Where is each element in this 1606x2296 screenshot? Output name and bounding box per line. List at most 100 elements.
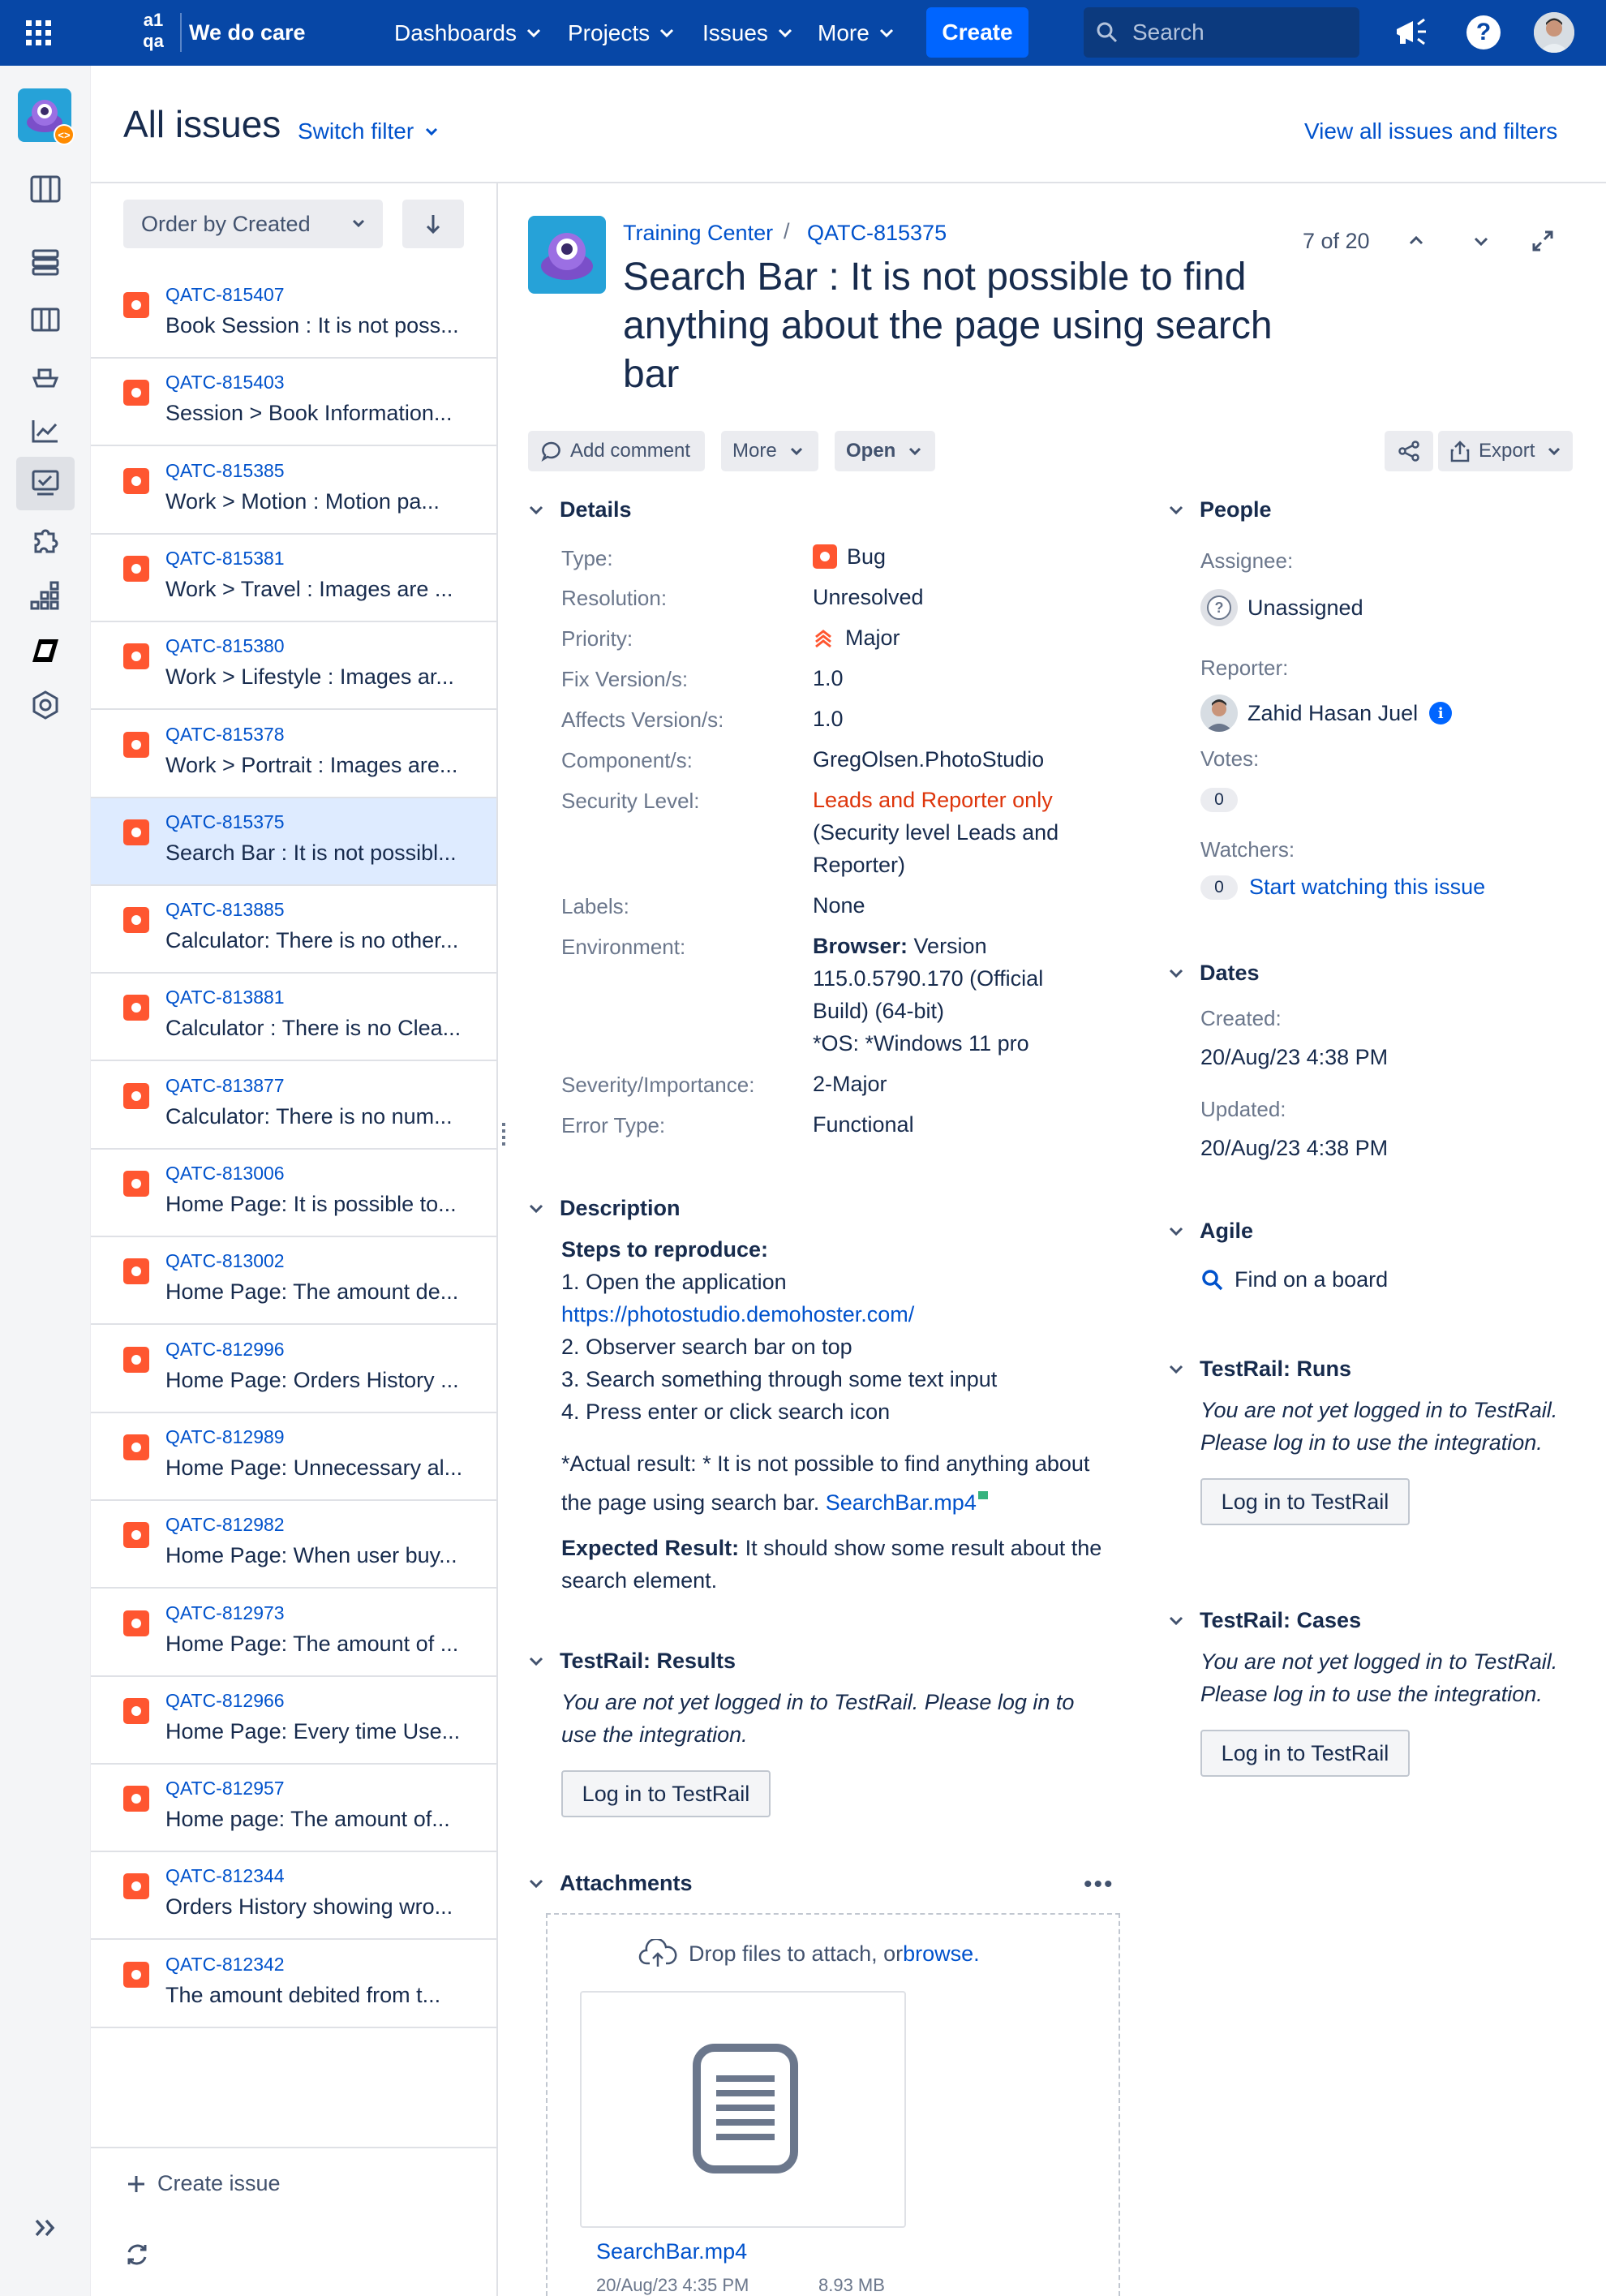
reports-icon[interactable] xyxy=(28,414,62,448)
breadcrumb-issue-key[interactable]: QATC-815375 xyxy=(807,221,947,246)
issue-list-item[interactable]: QATC-812966 Home Page: Every time Use... xyxy=(91,1677,496,1765)
page-title: All issues xyxy=(123,103,281,145)
testrail-cases-toggle[interactable]: TestRail: Cases xyxy=(1169,1608,1361,1633)
attachments-section-toggle[interactable]: Attachments xyxy=(529,1871,693,1896)
testrail-runs-toggle[interactable]: TestRail: Runs xyxy=(1169,1357,1351,1382)
nav-projects[interactable]: Projects xyxy=(568,0,674,66)
issue-list-item[interactable]: QATC-815381 Work > Travel : Images are ..… xyxy=(91,535,496,622)
previous-issue-icon[interactable] xyxy=(1409,235,1424,245)
issue-list-item[interactable]: QATC-812342 The amount debited from t... xyxy=(91,1941,496,2028)
reporter-value[interactable]: Zahid Hasan Juel i xyxy=(1200,694,1453,732)
issue-list-item[interactable]: QATC-812982 Home Page: When user buy... xyxy=(91,1501,496,1589)
description-section-toggle[interactable]: Description xyxy=(529,1196,681,1221)
votes-count[interactable]: 0 xyxy=(1200,785,1238,812)
field-label: Type: xyxy=(561,546,613,570)
testrail-runs-message: You are not yet logged in to TestRail. P… xyxy=(1200,1394,1557,1459)
issue-list-item[interactable]: QATC-815407 Book Session : It is not poss… xyxy=(91,271,496,359)
breadcrumb-project[interactable]: Training Center xyxy=(623,221,773,246)
switch-filter-button[interactable]: Switch filter xyxy=(298,118,438,144)
attachment-inline-link[interactable]: SearchBar.mp4 xyxy=(826,1490,977,1515)
issue-list-item[interactable]: QATC-812973 Home Page: The amount of ... xyxy=(91,1589,496,1677)
search-input[interactable]: Search xyxy=(1084,7,1359,58)
browse-link[interactable]: browse. xyxy=(903,1941,980,1967)
backlog-icon[interactable] xyxy=(28,245,62,279)
field-fix-version[interactable]: 1.0 xyxy=(813,662,844,694)
testrail-runs-login-button[interactable]: Log in to TestRail xyxy=(1200,1478,1410,1525)
expand-issue-icon[interactable] xyxy=(1531,229,1555,253)
order-by-dropdown[interactable]: Order by Created xyxy=(123,200,383,248)
issue-list-item[interactable]: QATC-815385 Work > Motion : Motion pa... xyxy=(91,447,496,535)
env-browser-label: Browser: xyxy=(813,934,908,958)
testrail-message-line: You are not yet logged in to TestRail. P… xyxy=(561,1690,1075,1714)
settings-hex-icon[interactable] xyxy=(28,688,62,722)
issue-list-item[interactable]: QATC-813006 Home Page: It is possible to.… xyxy=(91,1150,496,1237)
addons-puzzle-icon[interactable] xyxy=(28,523,62,557)
integration-app-icon[interactable] xyxy=(28,634,62,668)
issue-summary: Work > Travel : Images are ... xyxy=(165,576,453,601)
nav-issues[interactable]: Issues xyxy=(702,0,792,66)
issue-list-item[interactable]: QATC-815403 Session > Book Information... xyxy=(91,359,496,447)
view-all-issues-link[interactable]: View all issues and filters xyxy=(1304,118,1557,144)
issue-list-item[interactable]: QATC-813002 Home Page: The amount de... xyxy=(91,1237,496,1326)
attachments-more-icon[interactable]: ••• xyxy=(1084,1872,1114,1897)
issue-list-item[interactable]: QATC-815375 Search Bar : It is not possib… xyxy=(91,798,496,886)
nav-dashboards[interactable]: Dashboards xyxy=(394,0,541,66)
sort-direction-button[interactable] xyxy=(402,200,464,248)
export-button[interactable]: Export xyxy=(1438,431,1573,471)
start-watching-link[interactable]: Start watching this issue xyxy=(1249,875,1485,900)
attachments-dropzone[interactable]: Drop files to attach, or browse. SearchB… xyxy=(546,1913,1120,2296)
issue-summary: Home Page: The amount de... xyxy=(165,1279,459,1305)
testrail-results-toggle[interactable]: TestRail: Results xyxy=(529,1649,736,1674)
app-switcher-icon[interactable] xyxy=(26,20,52,46)
find-on-board-link[interactable]: Find on a board xyxy=(1202,1267,1388,1292)
releases-icon[interactable] xyxy=(28,359,62,393)
status-button[interactable]: Open xyxy=(835,431,935,471)
issue-list-item[interactable]: QATC-812996 Home Page: Orders History ... xyxy=(91,1326,496,1413)
announcement-icon[interactable] xyxy=(1393,16,1428,49)
share-button[interactable] xyxy=(1385,431,1433,471)
agile-section-toggle[interactable]: Agile xyxy=(1169,1219,1253,1244)
add-comment-button[interactable]: Add comment xyxy=(528,431,705,471)
dates-section-toggle[interactable]: Dates xyxy=(1169,961,1260,986)
create-issue-button[interactable]: Create issue xyxy=(127,2171,281,2196)
bug-icon xyxy=(123,1434,149,1460)
issue-list-item[interactable]: QATC-812344 Orders History showing wro... xyxy=(91,1852,496,1941)
issue-list-item[interactable]: QATC-815380 Work > Lifestyle : Images ar.… xyxy=(91,622,496,711)
assignee-value[interactable]: ? Unassigned xyxy=(1200,589,1363,626)
chevron-down-icon xyxy=(529,1879,543,1888)
issue-list-item[interactable]: QATC-815378 Work > Portrait : Images are.… xyxy=(91,711,496,798)
field-label: Priority: xyxy=(561,626,633,651)
info-icon[interactable]: i xyxy=(1429,702,1453,724)
testrail-login-button[interactable]: Log in to TestRail xyxy=(561,1770,771,1817)
expand-sidebar-icon[interactable] xyxy=(28,2211,62,2245)
nav-more[interactable]: More xyxy=(818,0,894,66)
more-actions-button[interactable]: More xyxy=(721,431,818,471)
field-label: Affects Version/s: xyxy=(561,707,724,732)
app-url-link[interactable]: https://photostudio.demohoster.com/ xyxy=(561,1298,1137,1331)
issue-list-item[interactable]: QATC-813885 Calculator: There is no other… xyxy=(91,886,496,974)
reporter-name: Zahid Hasan Juel xyxy=(1247,700,1419,725)
board-icon[interactable] xyxy=(28,172,62,206)
refresh-icon[interactable] xyxy=(125,2242,149,2267)
people-section-toggle[interactable]: People xyxy=(1169,497,1272,522)
details-section-toggle[interactable]: Details xyxy=(529,497,632,522)
brand-logo-icon[interactable]: a1 qa xyxy=(136,10,170,55)
attachment-thumbnail[interactable] xyxy=(580,1991,906,2228)
issue-list-item[interactable]: QATC-812989 Home Page: Unnecessary al... xyxy=(91,1413,496,1501)
field-component[interactable]: GregOlsen.PhotoStudio xyxy=(813,743,1044,776)
issue-list-item[interactable]: QATC-812957 Home page: The amount of... xyxy=(91,1765,496,1853)
brand-name[interactable]: We do care xyxy=(189,0,306,66)
issue-list-item[interactable]: QATC-813881 Calculator : There is no Clea… xyxy=(91,974,496,1062)
testrail-cases-login-button[interactable]: Log in to TestRail xyxy=(1200,1730,1410,1777)
next-issue-icon[interactable] xyxy=(1474,237,1488,247)
user-avatar[interactable] xyxy=(1534,12,1574,53)
apps-grid-icon[interactable] xyxy=(28,578,62,613)
issue-list-item[interactable]: QATC-813877 Calculator: There is no num..… xyxy=(91,1062,496,1150)
panel-resize-handle[interactable] xyxy=(502,1123,505,1147)
attachment-file-name[interactable]: SearchBar.mp4 xyxy=(596,2239,747,2264)
help-icon[interactable]: ? xyxy=(1466,15,1501,49)
columns-icon[interactable] xyxy=(28,303,62,337)
create-button[interactable]: Create xyxy=(926,7,1028,58)
project-avatar[interactable]: <> xyxy=(18,88,75,145)
issues-icon[interactable] xyxy=(28,467,62,501)
